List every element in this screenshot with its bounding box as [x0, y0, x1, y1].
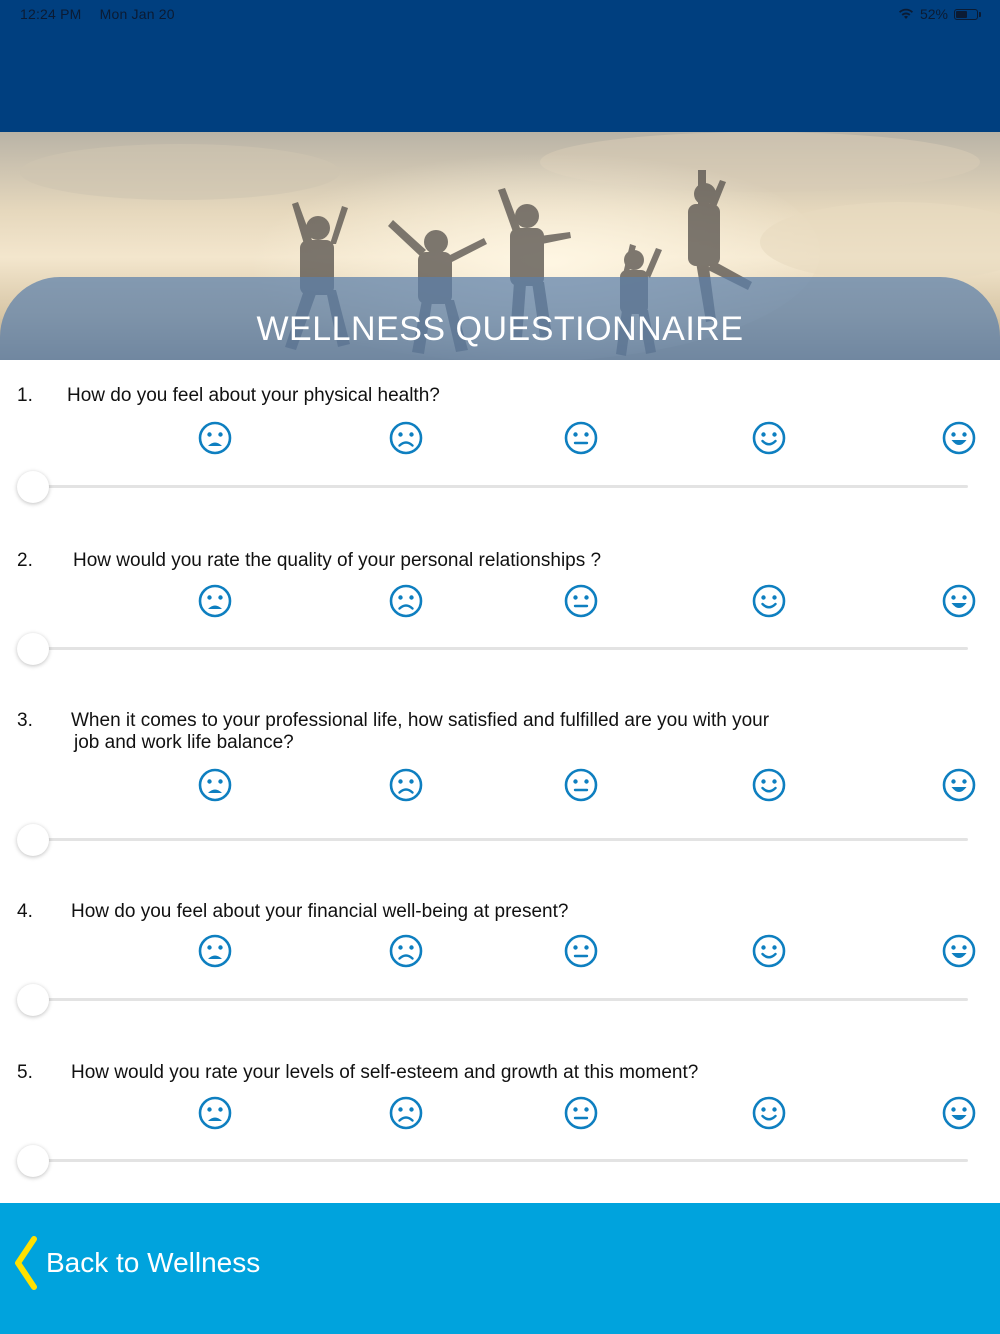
top-bar: 12:24 PM Mon Jan 20 52%: [0, 0, 1000, 132]
neutral-face-icon[interactable]: [564, 934, 598, 968]
rating-slider-track[interactable]: [32, 998, 968, 1001]
question-text: How would you rate your levels of self-e…: [71, 1062, 871, 1084]
sad-face-icon[interactable]: [389, 934, 423, 968]
question-text-line-2: job and work life balance?: [74, 732, 294, 753]
happy-face-icon[interactable]: [752, 1096, 786, 1130]
question-number: 2.: [17, 550, 33, 571]
question-number: 4.: [17, 901, 33, 922]
question-text: How would you rate the quality of your p…: [73, 550, 873, 572]
chevron-left-icon: [15, 1236, 37, 1290]
battery-icon: [954, 8, 981, 20]
question-text: How do you feel about your physical heal…: [67, 385, 867, 407]
status-time: 12:24 PM: [20, 6, 82, 22]
rating-slider-thumb[interactable]: [17, 1145, 49, 1177]
hero-image: WELLNESS QUESTIONNAIRE: [0, 132, 1000, 360]
status-date: Mon Jan 20: [99, 6, 175, 22]
rating-slider-thumb[interactable]: [17, 984, 49, 1016]
very-sad-face-icon[interactable]: [198, 768, 232, 802]
page-title: WELLNESS QUESTIONNAIRE: [256, 310, 744, 348]
bottom-bar: Back to Wellness: [0, 1203, 1000, 1334]
neutral-face-icon[interactable]: [564, 1096, 598, 1130]
very-sad-face-icon[interactable]: [198, 421, 232, 455]
rating-slider-thumb[interactable]: [17, 633, 49, 665]
neutral-face-icon[interactable]: [564, 768, 598, 802]
question-number: 1.: [17, 385, 33, 406]
happy-face-icon[interactable]: [752, 421, 786, 455]
sad-face-icon[interactable]: [389, 1096, 423, 1130]
question-text-line-1: How would you rate the quality of your p…: [73, 550, 602, 571]
very-happy-face-icon[interactable]: [942, 1096, 976, 1130]
rating-slider-track[interactable]: [32, 485, 968, 488]
very-happy-face-icon[interactable]: [942, 584, 976, 618]
question-number: 5.: [17, 1062, 33, 1083]
status-bar-left: 12:24 PM Mon Jan 20: [20, 6, 175, 22]
question-text-line-1: How do you feel about your financial wel…: [71, 901, 569, 922]
question-text: When it comes to your professional life,…: [71, 710, 871, 754]
rating-slider-track[interactable]: [32, 1159, 968, 1162]
neutral-face-icon[interactable]: [564, 584, 598, 618]
wifi-icon: [898, 8, 913, 19]
very-happy-face-icon[interactable]: [942, 421, 976, 455]
rating-slider-track[interactable]: [32, 647, 968, 650]
battery-percent: 52%: [919, 6, 948, 22]
happy-face-icon[interactable]: [752, 584, 786, 618]
very-sad-face-icon[interactable]: [198, 934, 232, 968]
sad-face-icon[interactable]: [389, 768, 423, 802]
very-sad-face-icon[interactable]: [198, 1096, 232, 1130]
rating-slider-thumb[interactable]: [17, 824, 49, 856]
question-text-line-1: When it comes to your professional life,…: [71, 710, 770, 731]
question-text-line-1: How do you feel about your physical heal…: [67, 385, 440, 406]
back-button-label: Back to Wellness: [46, 1247, 261, 1278]
question-number: 3.: [17, 710, 33, 731]
question-text-line-1: How would you rate your levels of self-e…: [71, 1062, 699, 1083]
back-to-wellness-button[interactable]: Back to Wellness: [12, 1233, 260, 1293]
sad-face-icon[interactable]: [389, 584, 423, 618]
neutral-face-icon[interactable]: [564, 421, 598, 455]
status-bar-right: 52%: [898, 6, 981, 22]
sad-face-icon[interactable]: [389, 421, 423, 455]
happy-face-icon[interactable]: [752, 768, 786, 802]
question-text: How do you feel about your financial wel…: [71, 901, 871, 923]
very-happy-face-icon[interactable]: [942, 768, 976, 802]
very-sad-face-icon[interactable]: [198, 584, 232, 618]
happy-face-icon[interactable]: [752, 934, 786, 968]
rating-slider-thumb[interactable]: [17, 471, 49, 503]
very-happy-face-icon[interactable]: [942, 934, 976, 968]
rating-slider-track[interactable]: [32, 838, 968, 841]
